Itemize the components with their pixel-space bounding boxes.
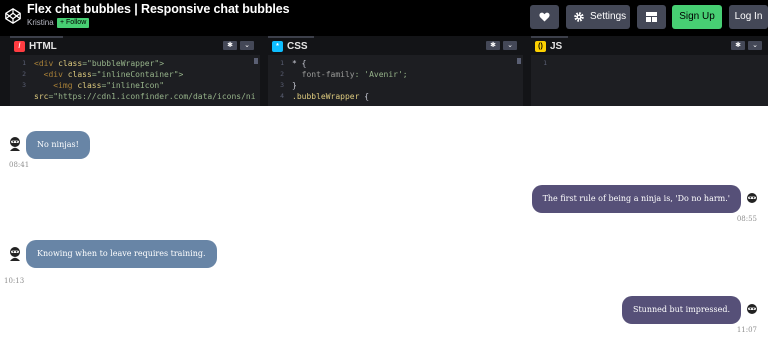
author-name[interactable]: Kristina bbox=[27, 18, 54, 27]
heart-button[interactable] bbox=[530, 5, 559, 29]
code-text: .bubbleWrapper { bbox=[292, 92, 370, 101]
log-in-button[interactable]: Log In bbox=[729, 5, 768, 29]
ninja-icon bbox=[747, 304, 757, 314]
code-line[interactable]: 3 <img class="inlineIcon" bbox=[10, 80, 260, 91]
tab-html[interactable]: / HTML bbox=[10, 36, 63, 55]
code-text: <div class="inlineContainer"> bbox=[34, 70, 184, 79]
message-timestamp: 11:07 bbox=[736, 326, 757, 334]
ninja-icon bbox=[10, 137, 20, 151]
line-number: 2 bbox=[280, 70, 284, 78]
code-text: src="https://cdn1.iconfinder.com/data/ic… bbox=[34, 92, 256, 101]
settings-button[interactable]: Settings bbox=[566, 5, 630, 29]
ninja-icon bbox=[747, 193, 757, 203]
css-editor[interactable]: * CSS ✱ ⌄ 1 * {2 font-family: 'Avenir'; 3}… bbox=[268, 36, 523, 106]
message-timestamp: 10:13 bbox=[4, 277, 25, 285]
js-collapse-chevron-icon[interactable]: ⌄ bbox=[748, 41, 762, 50]
layout-icon bbox=[646, 12, 657, 22]
line-number: 1 bbox=[280, 59, 284, 67]
line-number: 3 bbox=[280, 81, 284, 89]
tab-css[interactable]: * CSS bbox=[268, 36, 314, 55]
tab-js-label: JS bbox=[550, 41, 563, 52]
heart-icon bbox=[539, 12, 550, 22]
chat-preview: No ninjas! 08:41 The first rule of being… bbox=[0, 106, 768, 349]
editor-panels: / HTML ✱ ⌄ 1 <div class="bubbleWrapper"> 2… bbox=[0, 36, 768, 106]
html-settings-gear-icon[interactable]: ✱ bbox=[223, 41, 237, 50]
line-number: 1 bbox=[22, 59, 26, 67]
change-view-button[interactable] bbox=[637, 5, 666, 29]
css-collapse-chevron-icon[interactable]: ⌄ bbox=[503, 41, 517, 50]
message-timestamp: 08:41 bbox=[9, 161, 30, 169]
code-line[interactable]: 2 font-family: 'Avenir'; bbox=[268, 69, 523, 80]
code-text: font-family: 'Avenir'; bbox=[292, 70, 408, 79]
pen-title: Flex chat bubbles | Responsive chat bubb… bbox=[27, 2, 290, 16]
tab-css-label: CSS bbox=[287, 41, 308, 52]
html-collapse-chevron-icon[interactable]: ⌄ bbox=[240, 41, 254, 50]
chat-bubble: The first rule of being a ninja is, 'Do … bbox=[531, 185, 741, 213]
codepen-logo-icon[interactable] bbox=[4, 7, 22, 25]
code-line[interactable]: 3} bbox=[268, 80, 523, 91]
line-number: 3 bbox=[22, 81, 26, 89]
code-line[interactable]: 1 * { bbox=[268, 58, 523, 69]
css-settings-gear-icon[interactable]: ✱ bbox=[486, 41, 500, 50]
html-icon: / bbox=[14, 41, 25, 52]
top-bar: Flex chat bubbles | Responsive chat bubb… bbox=[0, 0, 768, 36]
code-text: <img class="inlineIcon" bbox=[34, 81, 165, 90]
css-code[interactable]: 1 * {2 font-family: 'Avenir'; 3} 4 .bubbleWr… bbox=[268, 58, 523, 102]
code-text: } bbox=[292, 81, 297, 90]
code-line[interactable]: 2 <div class="inlineContainer"> bbox=[10, 69, 260, 80]
html-editor[interactable]: / HTML ✱ ⌄ 1 <div class="bubbleWrapper"> 2… bbox=[10, 36, 260, 106]
sign-up-button[interactable]: Sign Up bbox=[672, 5, 722, 29]
line-number: 1 bbox=[543, 59, 547, 67]
ninja-icon bbox=[10, 247, 20, 261]
html-code[interactable]: 1 <div class="bubbleWrapper"> 2 <div class… bbox=[10, 58, 260, 102]
code-line[interactable]: 1 <div class="bubbleWrapper"> bbox=[10, 58, 260, 69]
css-icon: * bbox=[272, 41, 283, 52]
follow-button[interactable]: + Follow bbox=[57, 18, 90, 28]
tab-js[interactable]: () JS bbox=[531, 36, 569, 55]
line-number: 4 bbox=[280, 92, 284, 100]
js-code[interactable]: 1 bbox=[531, 58, 768, 69]
js-settings-gear-icon[interactable]: ✱ bbox=[731, 41, 745, 50]
tab-html-label: HTML bbox=[29, 41, 57, 52]
code-line[interactable]: 1 bbox=[531, 58, 768, 69]
js-icon: () bbox=[535, 41, 546, 52]
code-text: <div class="bubbleWrapper"> bbox=[34, 59, 165, 68]
code-line[interactable]: 4 .bubbleWrapper { bbox=[268, 91, 523, 102]
chat-bubble: Stunned but impressed. bbox=[621, 296, 741, 324]
js-editor[interactable]: () JS ✱ ⌄ 1 bbox=[531, 36, 768, 106]
line-number: 2 bbox=[22, 70, 26, 78]
message-timestamp: 08:55 bbox=[736, 215, 757, 223]
chat-bubble: No ninjas! bbox=[26, 131, 90, 159]
code-line[interactable]: src="https://cdn1.iconfinder.com/data/ic… bbox=[10, 91, 260, 102]
settings-label: Settings bbox=[590, 11, 627, 22]
code-text: * { bbox=[292, 59, 307, 68]
chat-bubble: Knowing when to leave requires training. bbox=[26, 240, 217, 268]
gear-icon bbox=[574, 12, 584, 22]
